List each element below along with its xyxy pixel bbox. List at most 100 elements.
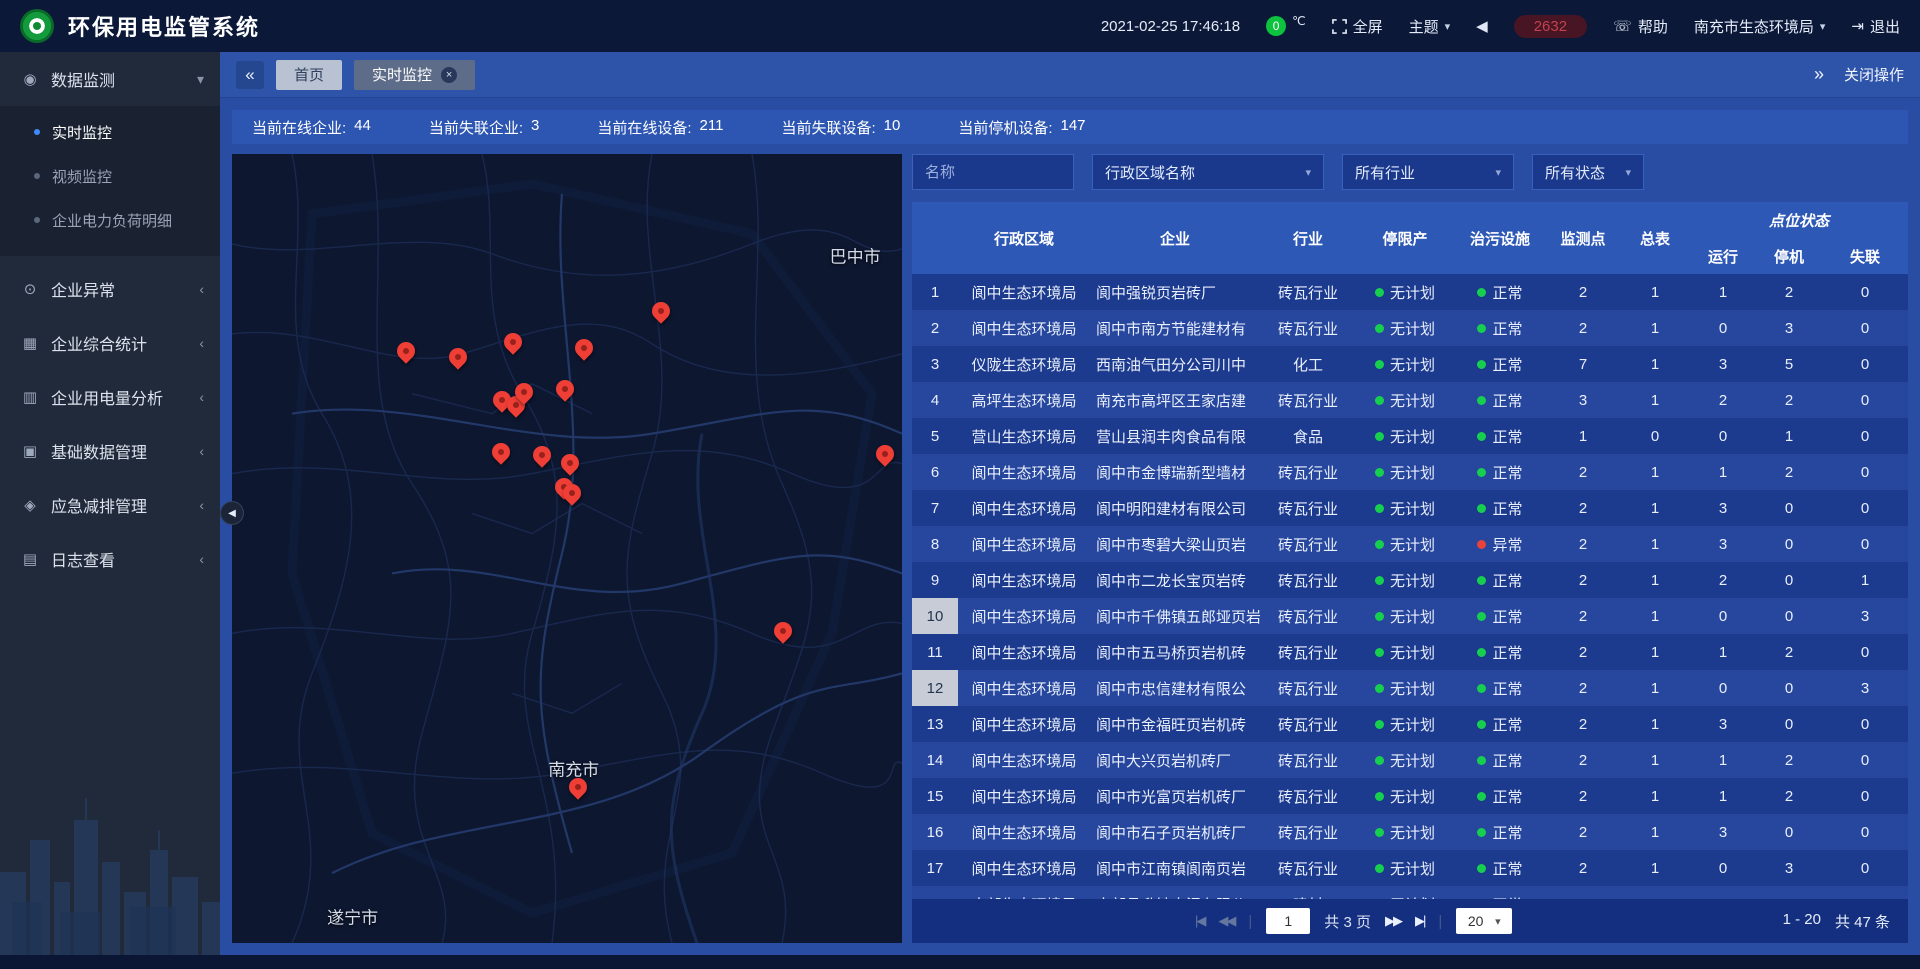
sidebar-group-logs[interactable]: ▤ 日志查看 ‹: [0, 532, 220, 586]
tabs-scroll-left-button[interactable]: «: [236, 61, 264, 89]
filter-bar: 行政区域名称 ▾ 所有行业 ▾ 所有状态 ▾: [912, 154, 1908, 192]
cell-facility: 正常: [1454, 598, 1546, 634]
table-row[interactable]: 14 阆中生态环境局 阆中大兴页岩机砖厂 砖瓦行业 无计划 正常: [912, 742, 1908, 778]
chevron-down-icon: ▾: [1820, 20, 1826, 33]
table-row[interactable]: 10 阆中生态环境局 阆中市千佛镇五郎垭页岩 砖瓦行业 无计划: [912, 598, 1908, 634]
table-row[interactable]: 8 阆中生态环境局 阆中市枣碧大梁山页岩 砖瓦行业 无计划 异常: [912, 526, 1908, 562]
status-select[interactable]: 所有状态 ▾: [1532, 154, 1644, 190]
cell-stop: 0: [1756, 706, 1822, 742]
table-row[interactable]: 15 阆中生态环境局 阆中市光富页岩机砖厂 砖瓦行业 无计划 正: [912, 778, 1908, 814]
chevron-down-icon: ▾: [1495, 915, 1501, 928]
table-row[interactable]: 9 阆中生态环境局 阆中市二龙长宝页岩砖 砖瓦行业 无计划 正常: [912, 562, 1908, 598]
logout-button[interactable]: ⇥ 退出: [1851, 16, 1900, 37]
page-size-select[interactable]: 20 ▾: [1456, 908, 1512, 934]
table-row[interactable]: 2 阆中生态环境局 阆中市南方节能建材有 砖瓦行业 无计划 正常: [912, 310, 1908, 346]
table-row[interactable]: 6 阆中生态环境局 阆中市金博瑞新型墙材 砖瓦行业 无计划 正常: [912, 454, 1908, 490]
total-count-label: 共 47 条: [1835, 911, 1890, 932]
cell-meters: 1: [1620, 886, 1690, 899]
map-pin[interactable]: [501, 329, 526, 354]
sidebar-item-power-load-detail[interactable]: 企业电力负荷明细: [0, 198, 220, 242]
table-row[interactable]: 7 阆中生态环境局 阆中明阳建材有限公司 砖瓦行业 无计划 正常: [912, 490, 1908, 526]
theme-dropdown[interactable]: 主题 ▾: [1409, 16, 1451, 37]
close-tab-icon[interactable]: ×: [441, 67, 457, 83]
map-pin[interactable]: [648, 298, 673, 323]
map-pin[interactable]: [529, 442, 554, 467]
table-row[interactable]: 12 阆中生态环境局 阆中市忠信建材有限公 砖瓦行业 无计划 正: [912, 670, 1908, 706]
col-meters: 总表: [1620, 202, 1690, 274]
sidebar-item-realtime-monitor[interactable]: 实时监控: [0, 110, 220, 154]
sidebar-group-data-monitor[interactable]: ◉ 数据监测 ▾: [0, 52, 220, 106]
cell-index: 12: [912, 670, 958, 706]
map-pin[interactable]: [572, 335, 597, 360]
last-page-button[interactable]: ▶|: [1415, 913, 1424, 929]
map-pin[interactable]: [393, 339, 418, 364]
map-pin[interactable]: [771, 618, 796, 643]
cell-index: 18: [912, 886, 958, 899]
table-row[interactable]: 3 仪陇生态环境局 西南油气田分公司川中 化工 无计划 正常: [912, 346, 1908, 382]
col-facility: 治污设施: [1454, 202, 1546, 274]
cell-index: 16: [912, 814, 958, 850]
cell-stop: 3: [1756, 886, 1822, 899]
fullscreen-button[interactable]: 全屏: [1332, 16, 1383, 37]
speaker-button[interactable]: ◀: [1476, 17, 1488, 35]
cell-industry: 砖瓦行业: [1260, 778, 1356, 814]
tabs-scroll-right-button[interactable]: »: [1814, 64, 1824, 85]
sidebar-collapse-handle[interactable]: ◀: [220, 501, 244, 525]
cell-company: 阆中市忠信建材有限公: [1090, 670, 1260, 706]
cell-lost: 0: [1822, 526, 1908, 562]
table-row[interactable]: 1 阆中生态环境局 阆中强锐页岩砖厂 砖瓦行业 无计划 正常: [912, 274, 1908, 310]
cell-industry: 砖瓦行业: [1260, 274, 1356, 310]
sidebar: ◉ 数据监测 ▾ 实时监控 视频监控 企业电力负荷明细 ⊙ 企业异常 ‹ ▦: [0, 52, 220, 955]
name-search-input[interactable]: [912, 154, 1074, 190]
cell-limit: 无计划: [1356, 418, 1454, 454]
cell-meters: 1: [1620, 382, 1690, 418]
sidebar-group-enterprise-anomaly[interactable]: ⊙ 企业异常 ‹: [0, 262, 220, 316]
next-page-button[interactable]: ▶▶: [1385, 913, 1401, 929]
cell-lost: 0: [1822, 634, 1908, 670]
map-pin[interactable]: [446, 344, 471, 369]
cell-points: 2: [1546, 886, 1620, 899]
table-row[interactable]: 4 高坪生态环境局 南充市高坪区王家店建 砖瓦行业 无计划 正常: [912, 382, 1908, 418]
region-select[interactable]: 行政区域名称 ▾: [1092, 154, 1324, 190]
cell-stop: 0: [1756, 598, 1822, 634]
map-pin[interactable]: [558, 450, 583, 475]
sidebar-group-power-analysis[interactable]: ▥ 企业用电量分析 ‹: [0, 370, 220, 424]
page-number-input[interactable]: [1266, 908, 1310, 934]
table-row[interactable]: 13 阆中生态环境局 阆中市金福旺页岩机砖 砖瓦行业 无计划 正: [912, 706, 1908, 742]
table-row[interactable]: 18 南部生态环境局 南部县升钟水泥有限公 建材 无计划 正常: [912, 886, 1908, 899]
map-pin[interactable]: [489, 440, 514, 465]
tab-home[interactable]: 首页: [276, 60, 342, 90]
table-row[interactable]: 5 营山生态环境局 营山县润丰肉食品有限 食品 无计划 正常: [912, 418, 1908, 454]
cell-lost: 0: [1822, 346, 1908, 382]
map-pin[interactable]: [872, 441, 897, 466]
sidebar-group-enterprise-stats[interactable]: ▦ 企业综合统计 ‹: [0, 316, 220, 370]
first-page-button[interactable]: |◀: [1195, 913, 1204, 929]
cell-stop: 2: [1756, 634, 1822, 670]
prev-page-button[interactable]: ◀◀: [1218, 913, 1234, 929]
cell-meters: 1: [1620, 742, 1690, 778]
map-pin[interactable]: [566, 774, 591, 799]
table-row[interactable]: 11 阆中生态环境局 阆中市五马桥页岩机砖 砖瓦行业 无计划 正: [912, 634, 1908, 670]
cell-region: 阆中生态环境局: [958, 706, 1090, 742]
cell-limit: 无计划: [1356, 382, 1454, 418]
cell-limit: 无计划: [1356, 274, 1454, 310]
map[interactable]: 巴中市 南充市 遂宁市: [232, 154, 902, 943]
org-dropdown[interactable]: 南充市生态环境局 ▾: [1694, 16, 1826, 37]
cell-index: 17: [912, 850, 958, 886]
cell-limit: 无计划: [1356, 346, 1454, 382]
sidebar-group-base-data[interactable]: ▣ 基础数据管理 ‹: [0, 424, 220, 478]
tab-realtime-monitor[interactable]: 实时监控 ×: [354, 60, 475, 90]
status-dot: [1477, 504, 1486, 513]
map-pin[interactable]: [552, 377, 577, 402]
sidebar-item-video-monitor[interactable]: 视频监控: [0, 154, 220, 198]
alert-count-badge[interactable]: 2632: [1514, 15, 1587, 38]
cell-limit: 无计划: [1356, 778, 1454, 814]
industry-select[interactable]: 所有行业 ▾: [1342, 154, 1514, 190]
table-row[interactable]: 17 阆中生态环境局 阆中市江南镇阆南页岩 砖瓦行业 无计划 正: [912, 850, 1908, 886]
sidebar-group-emergency[interactable]: ◈ 应急减排管理 ‹: [0, 478, 220, 532]
table-row[interactable]: 16 阆中生态环境局 阆中市石子页岩机砖厂 砖瓦行业 无计划 正: [912, 814, 1908, 850]
status-dot: [1477, 468, 1486, 477]
close-operations-button[interactable]: 关闭操作: [1844, 64, 1904, 85]
help-button[interactable]: ☏ 帮助: [1613, 16, 1668, 37]
speaker-icon: ◀: [1476, 17, 1488, 35]
